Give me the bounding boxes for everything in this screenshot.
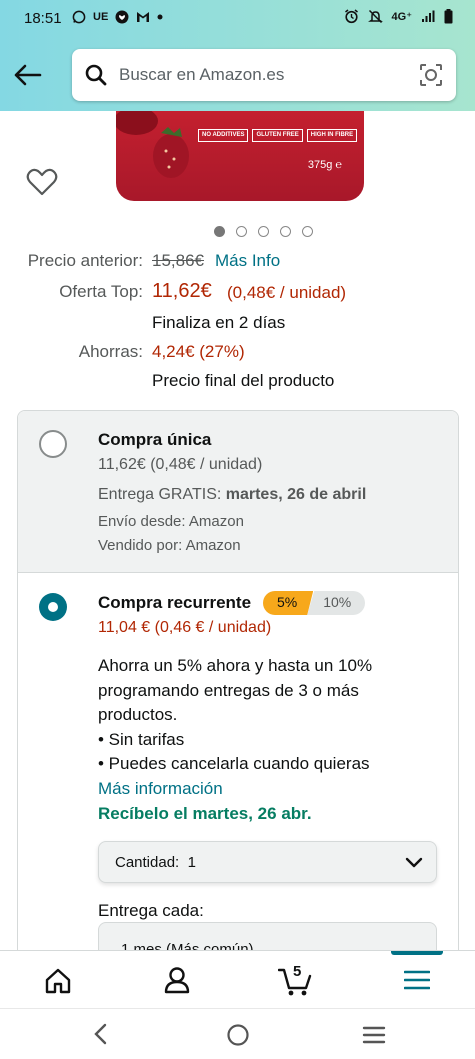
heart-badge-icon: [115, 10, 129, 24]
carousel-dot[interactable]: [214, 226, 225, 237]
one-time-purchase-option[interactable]: Compra única 11,62€ (0,48€ / unidad) Ent…: [18, 411, 458, 573]
one-time-price: 11,62€ (0,48€ / unidad): [98, 456, 263, 473]
account-icon[interactable]: [164, 966, 190, 994]
ue-text: UE: [93, 11, 109, 23]
product-weight: 375g ℮: [307, 159, 342, 171]
ships-from: Envío desde: Amazon: [98, 513, 244, 530]
carousel-dot[interactable]: [258, 226, 269, 237]
delivery-prefix: Entrega GRATIS:: [98, 486, 226, 503]
bottom-navigation: [0, 950, 475, 1008]
home-icon[interactable]: [44, 967, 72, 995]
savings-value: 4,24€ (27%): [152, 342, 245, 361]
status-time: 18:51: [24, 10, 62, 27]
discount-tier-badges: 5% 10%: [263, 591, 366, 615]
final-price-text: Precio final del producto: [152, 371, 335, 390]
delivery-date: martes, 26 de abril: [225, 486, 367, 503]
previous-price-label: Precio anterior:: [27, 251, 143, 270]
mute-icon: [367, 9, 383, 24]
discount-badge-active: 5%: [263, 591, 314, 615]
subscribe-price: 11,04 € (0,46 € / unidad): [98, 619, 272, 636]
chevron-down-icon: [405, 857, 423, 868]
signal-icon: [422, 10, 435, 22]
benefit-item: • Puedes cancelarla cuando quieras: [98, 754, 370, 773]
claim-badge: GLUTEN FREE: [252, 129, 303, 142]
desc-line: programando entregas de 3 o más: [98, 680, 359, 700]
search-placeholder: Buscar en Amazon.es: [119, 65, 285, 84]
quantity-text: Cantidad: 1: [115, 854, 196, 871]
system-icons: 4G⁺: [344, 9, 453, 24]
gmail-icon: [137, 12, 150, 22]
deal-unit-price: (0,48€ / unidad): [227, 283, 347, 302]
savings-label: Ahorras:: [78, 342, 143, 361]
previous-price-value: 15,86€: [152, 251, 204, 270]
purchase-options-card: Compra única 11,62€ (0,48€ / unidad) Ent…: [17, 410, 459, 970]
product-image[interactable]: NO ADDITIVES GLUTEN FREE HIGH IN FIBRE 3…: [116, 111, 364, 201]
arrival-date: Recíbelo el martes, 26 abr.: [98, 804, 312, 823]
one-time-delivery: Entrega GRATIS: martes, 26 de abril: [98, 486, 366, 504]
system-home-icon[interactable]: [226, 1023, 250, 1047]
system-recents-icon[interactable]: [362, 1025, 386, 1045]
deal-label: Oferta Top:: [59, 282, 143, 301]
more-info-link[interactable]: Más Info: [215, 251, 280, 271]
back-arrow-icon[interactable]: [12, 60, 44, 90]
desc-line: productos.: [98, 705, 178, 724]
battery-icon: [444, 9, 453, 24]
heart-icon[interactable]: [26, 168, 58, 196]
system-navigation-bar: [0, 1008, 475, 1059]
camera-scan-icon[interactable]: [418, 62, 444, 88]
deal-ends-text: Finaliza en 2 días: [152, 313, 286, 332]
active-tab-indicator: [391, 951, 443, 955]
system-back-icon[interactable]: [92, 1023, 108, 1045]
quantity-label: Cantidad:: [115, 854, 180, 871]
quantity-value: 1: [187, 854, 196, 871]
image-carousel-dots[interactable]: [214, 226, 313, 237]
desc-line: Ahorra un 5% ahora y hasta un 10%: [98, 656, 373, 675]
strawberry-illustration: [116, 111, 189, 178]
app-header: 18:51 UE 4G⁺ Buscar en Amazon.es: [0, 0, 475, 111]
claim-badge: HIGH IN FIBRE: [306, 129, 358, 142]
cart-count-badge: 5: [293, 963, 302, 980]
one-time-title: Compra única: [98, 430, 212, 449]
subscribe-title: Compra recurrente: [98, 593, 252, 612]
search-icon: [85, 64, 107, 86]
menu-icon[interactable]: [404, 969, 430, 991]
carousel-dot[interactable]: [280, 226, 291, 237]
benefit-item: • Sin tarifas: [98, 729, 185, 749]
whatsapp-icon: [72, 10, 86, 24]
carousel-dot[interactable]: [302, 226, 313, 237]
network-label: 4G⁺: [391, 11, 412, 23]
status-bar: 18:51 UE 4G⁺: [0, 0, 475, 36]
subscribe-radio[interactable]: [39, 593, 67, 621]
quantity-dropdown[interactable]: Cantidad: 1: [98, 841, 437, 883]
dot-icon: [157, 14, 163, 20]
one-time-radio[interactable]: [39, 430, 67, 458]
sold-by: Vendido por: Amazon: [98, 537, 241, 554]
carousel-dot[interactable]: [236, 226, 247, 237]
notification-icons: UE: [72, 10, 163, 24]
delivery-frequency-label: Entrega cada:: [98, 901, 204, 920]
more-information-link[interactable]: Más información: [98, 779, 223, 799]
deal-price: 11,62€: [152, 280, 212, 302]
subscribe-description: Ahorra un 5% ahora y hasta un 10% progra…: [98, 654, 438, 777]
search-input[interactable]: Buscar en Amazon.es: [72, 49, 456, 101]
discount-badge-inactive: 10%: [307, 591, 366, 615]
alarm-icon: [344, 9, 358, 24]
claim-badge: NO ADDITIVES: [198, 129, 249, 142]
product-claims: NO ADDITIVES GLUTEN FREE HIGH IN FIBRE: [198, 129, 358, 142]
